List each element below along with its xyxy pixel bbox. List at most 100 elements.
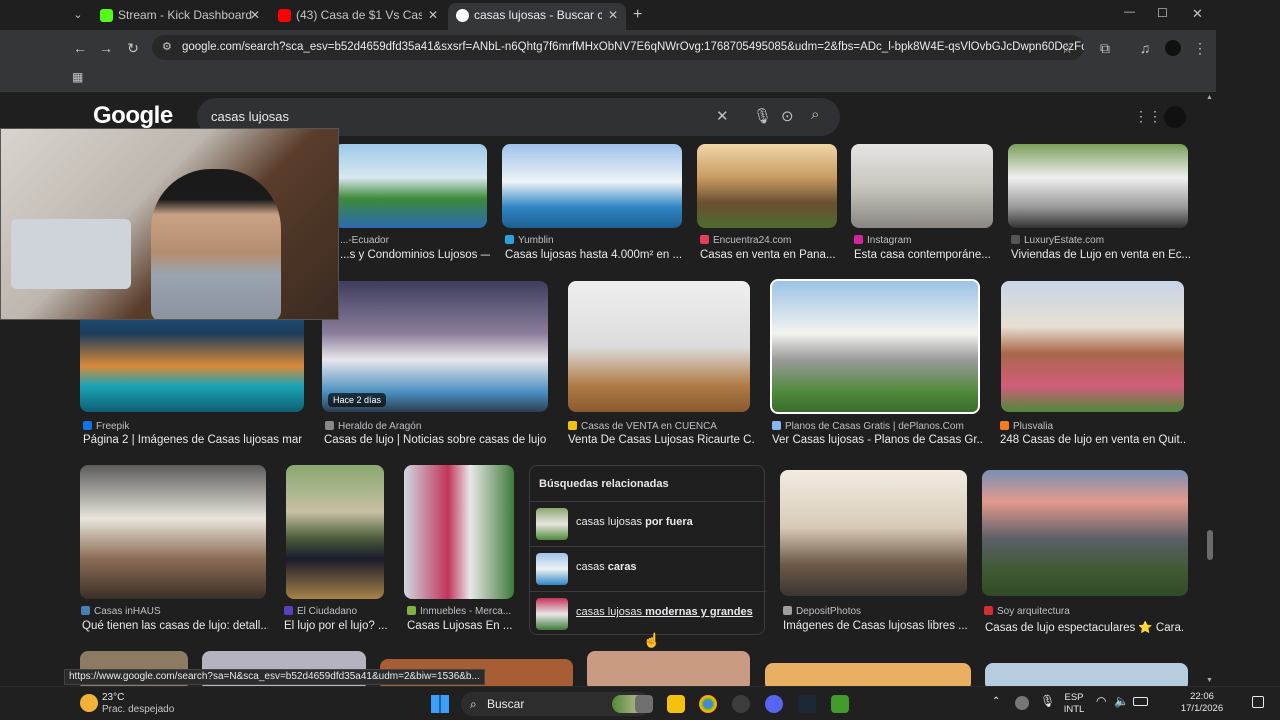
image-result[interactable] bbox=[985, 663, 1188, 686]
close-window-icon[interactable]: ✕ bbox=[1192, 6, 1203, 22]
clear-icon[interactable]: ✕ bbox=[716, 107, 729, 125]
image-result[interactable]: Hace 2 días bbox=[322, 281, 548, 412]
result-title[interactable]: Página 2 | Imágenes de Casas lujosas mar… bbox=[83, 434, 305, 446]
result-title[interactable]: Viviendas de Lujo en venta en Ec... bbox=[1011, 249, 1191, 261]
battery-icon[interactable] bbox=[1133, 697, 1148, 706]
kick-favicon-icon bbox=[100, 9, 113, 22]
image-result[interactable] bbox=[851, 144, 993, 228]
lens-icon[interactable]: ⊙ bbox=[781, 107, 794, 125]
clock-time: 22:06 bbox=[1190, 691, 1214, 702]
apps-grid-icon[interactable]: ▦ bbox=[72, 70, 83, 84]
scroll-down-icon[interactable]: ▼ bbox=[1206, 677, 1213, 684]
result-title[interactable]: Casas Lujosas En ... bbox=[407, 620, 515, 632]
webcam-bed bbox=[11, 219, 131, 289]
close-tab-icon[interactable]: ✕ bbox=[428, 3, 438, 28]
related-search-item[interactable]: casas caras bbox=[530, 546, 766, 591]
image-result[interactable] bbox=[780, 470, 967, 596]
notifications-icon[interactable] bbox=[1252, 696, 1264, 708]
settings-app-icon[interactable] bbox=[732, 695, 750, 713]
result-title[interactable]: Casas lujosas hasta 4.000m² en ... bbox=[505, 249, 685, 261]
result-title[interactable]: Ver Casas lujosas - Planos de Casas Gr..… bbox=[772, 434, 984, 446]
image-result[interactable] bbox=[1001, 281, 1184, 412]
weather-temp: 23°C bbox=[102, 692, 125, 703]
result-title[interactable]: 248 Casas de lujo en venta en Quit... bbox=[1000, 434, 1186, 446]
image-result[interactable] bbox=[1008, 144, 1188, 228]
result-title[interactable]: Casas de lujo espectaculares ⭐ Cara... bbox=[985, 620, 1185, 634]
tab-kick[interactable]: Stream - Kick Dashboard ✕ bbox=[92, 3, 268, 30]
maximize-icon[interactable]: ☐ bbox=[1157, 6, 1168, 20]
minecraft-icon[interactable] bbox=[831, 695, 849, 713]
taskbar-search[interactable]: ⌕ Buscar bbox=[461, 692, 651, 716]
forward-icon[interactable]: → bbox=[96, 38, 116, 58]
back-icon[interactable]: ← bbox=[70, 38, 90, 58]
bookmark-star-icon[interactable]: ☆ bbox=[1057, 38, 1077, 58]
close-tab-icon[interactable]: ✕ bbox=[250, 3, 260, 28]
wifi-icon[interactable]: ◠ bbox=[1096, 694, 1106, 708]
tray-chevron-icon[interactable]: ⌃ bbox=[992, 696, 1000, 707]
search-icon[interactable]: ⌕ bbox=[811, 106, 819, 123]
image-result[interactable] bbox=[982, 470, 1188, 596]
reload-icon[interactable]: ↻ bbox=[123, 38, 143, 58]
close-tab-icon[interactable]: ✕ bbox=[608, 3, 618, 28]
webcam-person bbox=[151, 169, 281, 319]
image-result[interactable] bbox=[286, 465, 384, 599]
site-info-icon[interactable]: ⚙ bbox=[162, 35, 172, 60]
language-indicator[interactable]: ESP INTL bbox=[1060, 692, 1088, 716]
result-title[interactable]: Imágenes de Casas lujosas libres ... bbox=[783, 620, 969, 632]
related-search-item[interactable]: casas lujosas por fuera bbox=[530, 501, 766, 546]
related-thumb bbox=[536, 553, 568, 585]
related-heading: Búsquedas relacionadas bbox=[539, 478, 669, 490]
minimize-icon[interactable]: — bbox=[1124, 6, 1135, 18]
related-thumb bbox=[536, 598, 568, 630]
scroll-thumb[interactable] bbox=[1207, 530, 1213, 560]
weather-desc: Prac. despejado bbox=[102, 704, 175, 715]
result-title[interactable]: Venta De Casas Lujosas Ricaurte C... bbox=[568, 434, 754, 446]
media-icon[interactable]: ♫ bbox=[1135, 38, 1155, 58]
volume-icon[interactable]: 🔈 bbox=[1114, 694, 1129, 708]
related-search-item[interactable]: casas lujosas modernas y grandes bbox=[530, 591, 766, 636]
account-avatar[interactable] bbox=[1164, 106, 1186, 128]
file-explorer-icon[interactable] bbox=[667, 695, 685, 713]
image-result[interactable] bbox=[334, 144, 487, 228]
task-view-icon[interactable] bbox=[635, 695, 653, 713]
weather-icon[interactable] bbox=[80, 694, 98, 712]
result-title[interactable]: Casas en venta en Pana... bbox=[700, 249, 842, 261]
discord-icon[interactable] bbox=[765, 695, 783, 713]
tray-app-icon[interactable] bbox=[1015, 696, 1029, 710]
new-tab-icon[interactable]: + bbox=[633, 6, 642, 24]
image-result[interactable] bbox=[80, 465, 266, 599]
clock[interactable]: 22:06 17/1/2026 bbox=[1170, 691, 1234, 715]
result-title[interactable]: El lujo por el lujo? ... bbox=[284, 620, 388, 632]
scrollbar[interactable]: ▲ ▼ bbox=[1204, 92, 1216, 686]
search-input[interactable]: casas lujosas bbox=[211, 109, 289, 124]
result-title[interactable]: Casas de lujo | Noticias sobre casas de … bbox=[324, 434, 546, 446]
image-result[interactable] bbox=[770, 279, 980, 414]
profile-avatar[interactable] bbox=[1165, 40, 1181, 56]
menu-icon[interactable]: ⋮ bbox=[1190, 38, 1210, 58]
related-label-bold: caras bbox=[607, 561, 637, 573]
extensions-icon[interactable]: ⧉ bbox=[1095, 38, 1115, 58]
result-source: Heraldo de Aragón bbox=[325, 421, 547, 432]
image-result[interactable] bbox=[568, 281, 750, 412]
tab-strip: ⌄ Stream - Kick Dashboard ✕ (43) Casa de… bbox=[0, 0, 1280, 30]
image-result[interactable] bbox=[404, 465, 514, 599]
google-logo[interactable]: Google bbox=[93, 102, 173, 130]
chrome-icon[interactable] bbox=[699, 695, 717, 713]
result-source: Inmuebles - Merca... bbox=[407, 606, 515, 617]
result-title[interactable]: Qué tienen las casas de lujo: detall... bbox=[82, 620, 268, 632]
scroll-up-icon[interactable]: ▲ bbox=[1206, 94, 1213, 101]
microphone-tray-icon[interactable]: 🎙 bbox=[1040, 694, 1055, 708]
image-result[interactable] bbox=[765, 663, 971, 686]
image-result[interactable] bbox=[502, 144, 682, 228]
result-title[interactable]: ...s y Condominios Lujosos — ... bbox=[340, 249, 490, 261]
image-result[interactable] bbox=[587, 651, 750, 686]
image-result[interactable] bbox=[697, 144, 837, 228]
steam-icon[interactable] bbox=[798, 695, 816, 713]
windows-start-icon[interactable] bbox=[431, 695, 449, 713]
address-bar[interactable]: ⚙ google.com/search?sca_esv=b52d4659dfd3… bbox=[152, 35, 1084, 60]
tab-youtube[interactable]: (43) Casa de $1 Vs Casa de $10 ✕ bbox=[270, 3, 446, 30]
tab-search-icon[interactable]: ⌄ bbox=[70, 8, 86, 24]
microphone-icon[interactable]: 🎙 bbox=[753, 107, 772, 125]
tab-google[interactable]: casas lujosas - Buscar con Google ✕ bbox=[448, 3, 626, 30]
result-title[interactable]: Esta casa contemporáne... bbox=[854, 249, 996, 261]
